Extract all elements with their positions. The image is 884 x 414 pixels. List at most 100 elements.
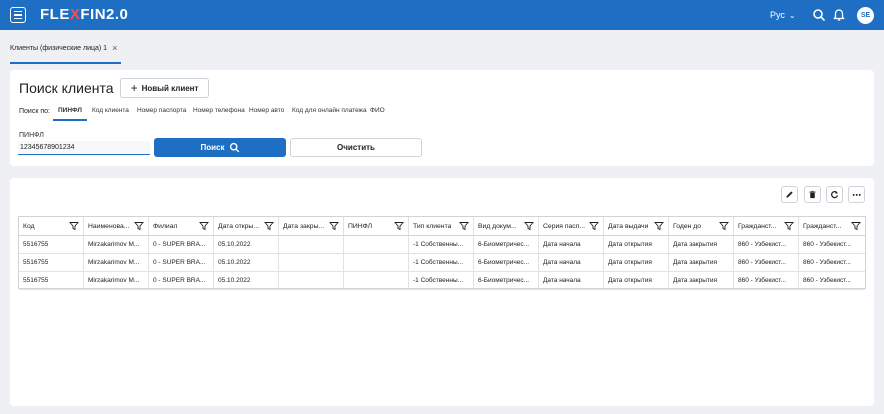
column-header-label: Код <box>23 222 35 230</box>
tab-label: Клиенты (физические лица) 1 <box>10 45 108 52</box>
column-header[interactable]: Серия пасп... <box>539 217 604 235</box>
search-tab-online-payment-code[interactable]: Код для онлайн платежа <box>292 107 367 121</box>
search-tab-car-number[interactable]: Номер авто <box>249 107 284 121</box>
search-by-label: Поиск по: <box>19 108 50 115</box>
table-cell: 5516755 <box>19 236 84 253</box>
refresh-button[interactable] <box>826 186 843 203</box>
filter-icon[interactable] <box>459 221 469 231</box>
column-header-label: Тип клиента <box>413 222 452 230</box>
table-cell: 860 - Узбекист... <box>803 259 851 266</box>
column-header[interactable]: Дата откры... <box>214 217 279 235</box>
pinfl-input[interactable] <box>18 141 150 155</box>
search-button-label: Поиск <box>200 143 225 152</box>
more-options-button[interactable]: ⋯ <box>848 186 865 203</box>
bell-icon[interactable] <box>832 8 846 22</box>
trash-icon <box>809 190 816 199</box>
table-cell: 6-Биометричес... <box>474 272 539 289</box>
filter-icon[interactable] <box>134 221 144 231</box>
column-header[interactable]: Тип клиента <box>409 217 474 235</box>
open-tabs-bar: Клиенты (физические лица) 1 × <box>0 30 884 65</box>
pinfl-field-label: ПИНФЛ <box>19 132 44 139</box>
column-header[interactable]: Дата закры... <box>279 217 344 235</box>
column-header[interactable]: Вид докум... <box>474 217 539 235</box>
column-header-label: Дата закры... <box>283 222 325 230</box>
table-row[interactable]: 5516755 Mirzakarimov M... 0 - SUPER BRA...… <box>19 236 865 254</box>
column-header[interactable]: Гражданст... <box>799 217 865 235</box>
filter-icon[interactable] <box>589 221 599 231</box>
column-header[interactable]: Дата выдачи <box>604 217 669 235</box>
client-search-panel: Поиск клиента + Новый клиент Поиск по: П… <box>10 70 874 166</box>
table-cell: Дата закрытия <box>669 254 734 271</box>
table-cell: Дата начала <box>539 272 604 289</box>
edit-button[interactable] <box>781 186 798 203</box>
language-label: Рус <box>770 10 785 20</box>
plus-icon: + <box>130 81 138 95</box>
filter-icon[interactable] <box>851 221 861 231</box>
table-cell: 0 - SUPER BRA... <box>149 236 214 253</box>
filter-icon[interactable] <box>719 221 729 231</box>
menu-icon-line <box>14 14 22 16</box>
search-tab-phone-number[interactable]: Номер телефона <box>193 107 245 121</box>
table-cell: Дата закрытия <box>669 236 734 253</box>
filter-icon[interactable] <box>784 221 794 231</box>
new-client-button[interactable]: + Новый клиент <box>120 78 209 98</box>
column-header-label: ПИНФЛ <box>348 222 373 230</box>
column-header[interactable]: Наименова... <box>84 217 149 235</box>
results-panel: ⋯ Код Наименова... Филиал Дата откры... Дата… <box>10 178 874 406</box>
menu-icon-line <box>14 17 22 20</box>
column-header[interactable]: ПИНФЛ <box>344 217 409 235</box>
table-cell: 5516755 <box>19 254 84 271</box>
column-header-label: Наименова... <box>88 222 130 230</box>
table-cell <box>279 272 344 289</box>
table-cell: Дата открытия <box>604 236 669 253</box>
filter-icon[interactable] <box>329 221 339 231</box>
table-cell: 860 - Узбекист... <box>734 254 799 271</box>
column-header-label: Дата откры... <box>218 222 259 230</box>
column-header[interactable]: Филиал <box>149 217 214 235</box>
table-cell: Дата начала <box>539 236 604 253</box>
column-header[interactable]: Годен до <box>669 217 734 235</box>
page-title: Поиск клиента <box>19 80 114 96</box>
filter-icon[interactable] <box>69 221 79 231</box>
hamburger-menu-button[interactable] <box>10 7 26 23</box>
search-tab-passport-number[interactable]: Номер паспорта <box>137 107 186 121</box>
table-cell: 05.10.2022 <box>214 236 279 253</box>
pencil-icon <box>786 191 793 198</box>
search-tab-full-name[interactable]: ФИО <box>370 107 385 121</box>
column-header-label: Серия пасп... <box>543 222 586 230</box>
table-cell: Дата открытия <box>604 272 669 289</box>
language-selector[interactable]: Рус ⌄ <box>770 10 796 20</box>
table-cell <box>279 254 344 271</box>
clients-table: Код Наименова... Филиал Дата откры... Дата з… <box>18 216 866 290</box>
table-cell: Дата открытия <box>604 254 669 271</box>
table-cell: Mirzakarimov M... <box>84 272 149 289</box>
table-cell: Дата закрытия <box>669 272 734 289</box>
filter-icon[interactable] <box>654 221 664 231</box>
table-cell: -1 Собственны... <box>409 254 474 271</box>
tab-clients[interactable]: Клиенты (физические лица) 1 × <box>10 42 122 64</box>
column-header-label: Гражданст... <box>803 222 842 230</box>
column-header[interactable]: Код <box>19 217 84 235</box>
filter-icon[interactable] <box>394 221 404 231</box>
table-cell: -1 Собственны... <box>409 272 474 289</box>
table-cell <box>344 272 409 289</box>
search-tab-pinfl[interactable]: ПИНФЛ <box>53 107 87 121</box>
table-row[interactable]: 5516755 Mirzakarimov M... 0 - SUPER BRA...… <box>19 272 865 290</box>
search-tab-client-code[interactable]: Код клиента <box>92 107 129 121</box>
table-cell: 860 - Узбекист... <box>803 277 851 284</box>
filter-icon[interactable] <box>524 221 534 231</box>
user-avatar[interactable]: SE <box>857 7 874 24</box>
table-row[interactable]: 5516755 Mirzakarimov M... 0 - SUPER BRA...… <box>19 254 865 272</box>
delete-button[interactable] <box>804 186 821 203</box>
close-icon[interactable]: × <box>112 44 117 53</box>
menu-icon-line <box>14 10 22 13</box>
search-icon[interactable] <box>812 8 826 22</box>
column-header[interactable]: Гражданст... <box>734 217 799 235</box>
filter-icon[interactable] <box>264 221 274 231</box>
clear-button[interactable]: Очистить <box>290 138 422 157</box>
table-cell: 6-Биометричес... <box>474 254 539 271</box>
search-button[interactable]: Поиск <box>154 138 286 157</box>
filter-icon[interactable] <box>199 221 209 231</box>
chevron-down-icon: ⌄ <box>788 11 796 20</box>
table-cell: 860 - Узбекист... <box>734 272 799 289</box>
